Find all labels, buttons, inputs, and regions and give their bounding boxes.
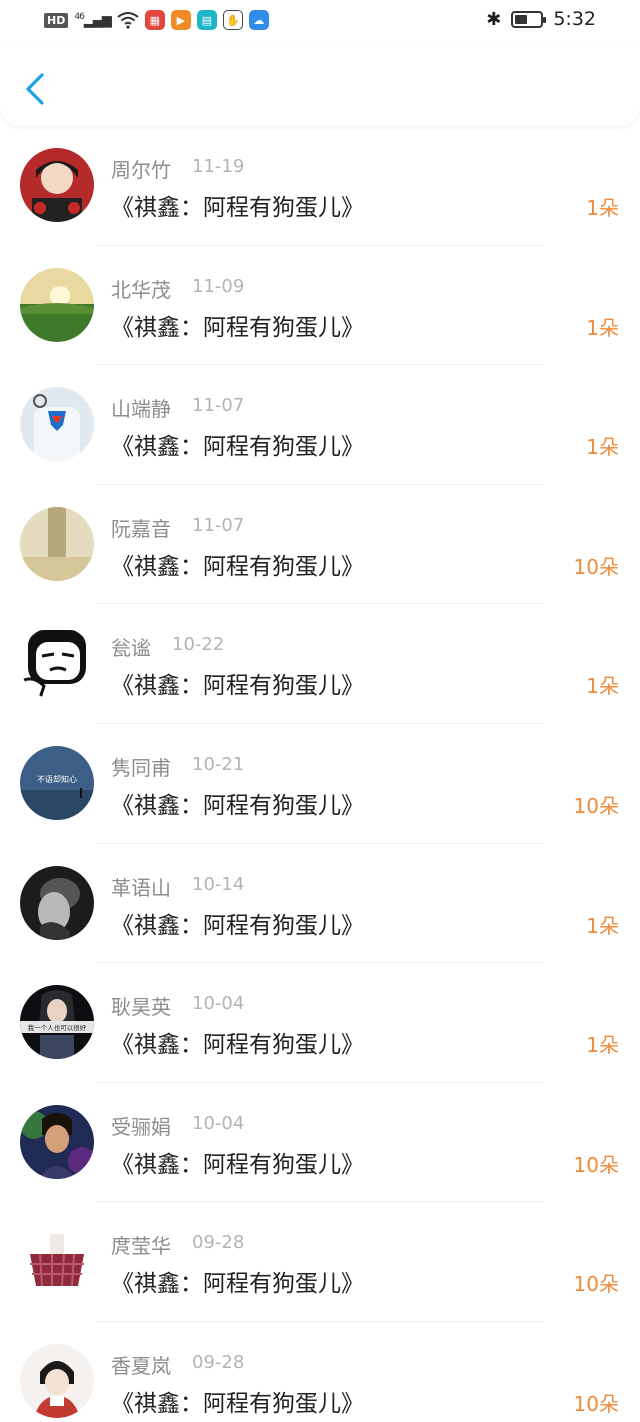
avatar <box>20 1104 94 1179</box>
work-title: 《祺鑫：阿程有狗蛋儿》 <box>111 195 364 221</box>
user-name: 周尔竹 <box>111 158 171 182</box>
list-item[interactable]: 周尔竹 11-19 《祺鑫：阿程有狗蛋儿》 1朵 <box>0 126 640 246</box>
flower-amount: 1朵 <box>586 1033 619 1058</box>
hd-badge: HD <box>44 12 69 28</box>
list-item[interactable]: 阮嘉音 11-07 《祺鑫：阿程有狗蛋儿》 10朵 <box>0 485 640 605</box>
user-name: 庹莹华 <box>111 1234 171 1259</box>
work-title: 《祺鑫：阿程有狗蛋儿》 <box>111 1271 364 1298</box>
flower-amount: 1朵 <box>586 674 619 699</box>
gift-list: 周尔竹 11-19 《祺鑫：阿程有狗蛋儿》 1朵 北华茂 11-09 《祺鑫：阿… <box>0 126 640 1422</box>
list-item[interactable]: 北华茂 11-09 《祺鑫：阿程有狗蛋儿》 1朵 <box>0 246 640 366</box>
list-item[interactable]: 我一个人也可以很好 耿昊英 10-04 《祺鑫：阿程有狗蛋儿》 1朵 <box>0 963 640 1083</box>
avatar-caption: 不语却知心 <box>37 774 77 784</box>
gift-date: 11-07 <box>192 514 245 536</box>
status-left: HD 46▂▄▆ ▦ ▶ ▤ ✋ ☁ <box>44 10 269 30</box>
flower-amount: 1朵 <box>586 315 619 340</box>
gift-date: 10-22 <box>172 634 225 656</box>
avatar <box>20 1343 94 1418</box>
work-title: 《祺鑫：阿程有狗蛋儿》 <box>111 1032 364 1059</box>
work-title: 《祺鑫：阿程有狗蛋儿》 <box>111 553 364 580</box>
list-item[interactable]: 庹莹华 09-28 《祺鑫：阿程有狗蛋儿》 10朵 <box>0 1202 640 1322</box>
user-name: 山端静 <box>111 397 171 422</box>
user-name: 阮嘉音 <box>111 516 171 541</box>
gift-date: 11-07 <box>192 395 245 417</box>
avatar <box>20 626 94 701</box>
battery-level <box>515 14 528 24</box>
avatar <box>20 506 94 581</box>
work-title: 《祺鑫：阿程有狗蛋儿》 <box>111 1390 364 1417</box>
chevron-left-icon[interactable] <box>22 72 50 106</box>
wifi-icon <box>117 12 139 29</box>
flower-amount: 10朵 <box>573 793 619 818</box>
gift-date: 09-28 <box>192 1232 245 1254</box>
list-item[interactable]: 瓮谧 10-22 《祺鑫：阿程有狗蛋儿》 1朵 <box>0 604 640 724</box>
avatar <box>20 148 94 222</box>
flower-amount: 10朵 <box>573 1272 619 1297</box>
gift-date: 10-04 <box>192 993 245 1015</box>
user-name: 瓮谧 <box>111 636 151 661</box>
user-name: 革语山 <box>111 875 171 900</box>
user-name: 耿昊英 <box>111 995 171 1020</box>
list-item[interactable]: 受骊娟 10-04 《祺鑫：阿程有狗蛋儿》 10朵 <box>0 1083 640 1203</box>
gift-date: 10-04 <box>192 1112 245 1134</box>
work-title: 《祺鑫：阿程有狗蛋儿》 <box>111 912 364 939</box>
work-title: 《祺鑫：阿程有狗蛋儿》 <box>111 1151 364 1178</box>
gift-date: 10-21 <box>192 753 245 775</box>
navbar <box>0 44 640 126</box>
app-notification-icon: ▦ <box>144 10 165 30</box>
cloud-app-icon: ☁ <box>248 10 269 30</box>
avatar <box>20 1224 94 1299</box>
user-name: 隽同甫 <box>111 755 171 780</box>
avatar <box>20 865 94 940</box>
flower-amount: 10朵 <box>573 1152 619 1177</box>
flower-amount: 10朵 <box>573 1391 619 1416</box>
work-title: 《祺鑫：阿程有狗蛋儿》 <box>111 434 364 461</box>
user-name: 北华茂 <box>111 277 171 302</box>
signal-label: 46 <box>74 11 85 22</box>
work-title: 《祺鑫：阿程有狗蛋儿》 <box>111 314 364 341</box>
gift-date: 10-14 <box>192 873 245 895</box>
avatar <box>20 387 94 462</box>
gift-date: 09-28 <box>192 1351 245 1373</box>
gift-date: 11-09 <box>192 275 245 297</box>
avatar: 不语却知心 <box>20 745 94 820</box>
status-time: 5:32 <box>553 8 596 30</box>
hexagon-app-icon: ✋ <box>222 10 243 30</box>
flower-amount: 1朵 <box>586 196 619 220</box>
user-name: 受骊娟 <box>111 1114 171 1139</box>
flower-amount: 1朵 <box>586 913 619 938</box>
list-item[interactable]: 革语山 10-14 《祺鑫：阿程有狗蛋儿》 1朵 <box>0 844 640 964</box>
avatar <box>20 267 94 342</box>
status-bar: HD 46▂▄▆ ▦ ▶ ▤ ✋ ☁ ✱ 5:32 <box>0 0 640 44</box>
list-item[interactable]: 不语却知心 隽同甫 10-21 《祺鑫：阿程有狗蛋儿》 10朵 <box>0 724 640 844</box>
bluetooth-icon: ✱ <box>486 8 502 30</box>
avatar: 我一个人也可以很好 <box>20 985 94 1060</box>
status-right: ✱ 5:32 <box>486 8 596 30</box>
work-title: 《祺鑫：阿程有狗蛋儿》 <box>111 792 364 819</box>
flower-amount: 1朵 <box>586 435 619 460</box>
user-name: 香夏岚 <box>111 1353 171 1378</box>
gift-date: 11-19 <box>192 156 245 177</box>
list-item[interactable]: 香夏岚 09-28 《祺鑫：阿程有狗蛋儿》 10朵 <box>0 1322 640 1422</box>
flower-amount: 10朵 <box>573 554 619 579</box>
avatar-caption: 我一个人也可以很好 <box>28 1023 87 1032</box>
signal-icon: 46▂▄▆ <box>74 11 111 29</box>
list-item[interactable]: 山端静 11-07 《祺鑫：阿程有狗蛋儿》 1朵 <box>0 365 640 485</box>
battery-icon <box>511 10 547 28</box>
reader-app-icon: ▤ <box>196 10 217 30</box>
video-app-icon: ▶ <box>170 10 191 30</box>
work-title: 《祺鑫：阿程有狗蛋儿》 <box>111 673 364 700</box>
